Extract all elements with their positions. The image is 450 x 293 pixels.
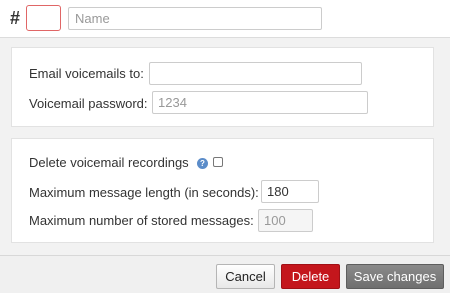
max-stored-label: Maximum number of stored messages: — [29, 213, 254, 228]
voicemail-header: # — [0, 0, 450, 38]
delete-recordings-checkbox[interactable] — [213, 157, 223, 167]
hash-symbol: # — [10, 8, 21, 28]
voicemail-number-input[interactable] — [26, 5, 61, 31]
delete-recordings-label: Delete voicemail recordings — [29, 155, 189, 170]
email-settings-panel: Email voicemails to: Voicemail password: — [11, 47, 434, 127]
max-length-input[interactable] — [261, 180, 319, 203]
max-stored-input[interactable] — [258, 209, 313, 232]
email-label: Email voicemails to: — [29, 66, 144, 81]
save-changes-button[interactable]: Save changes — [346, 264, 444, 289]
password-label: Voicemail password: — [29, 96, 148, 111]
voicemail-name-input[interactable] — [68, 7, 322, 30]
delete-button[interactable]: Delete — [281, 264, 340, 289]
options-panel: Delete voicemail recordings ? Maximum me… — [11, 138, 434, 243]
email-input[interactable] — [149, 62, 362, 85]
help-icon[interactable]: ? — [197, 158, 208, 169]
password-input[interactable] — [152, 91, 368, 114]
max-length-label: Maximum message length (in seconds): — [29, 185, 259, 200]
cancel-button[interactable]: Cancel — [216, 264, 275, 289]
footer-bar: Cancel Delete Save changes — [0, 255, 450, 293]
